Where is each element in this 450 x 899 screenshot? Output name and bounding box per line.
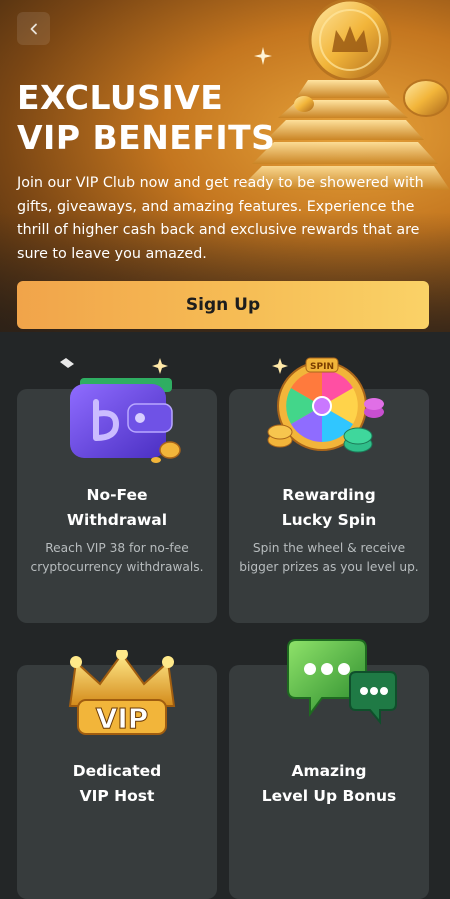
spin-label: SPIN xyxy=(310,362,334,372)
lucky-wheel-icon: SPIN xyxy=(267,357,384,453)
crown-icon: VIP xyxy=(68,650,176,736)
vip-badge-label: VIP xyxy=(96,702,149,735)
benefit-title: Rewarding Lucky Spin xyxy=(229,483,429,533)
benefit-title-line-1: Amazing xyxy=(291,762,367,780)
benefit-title-line-1: Rewarding xyxy=(282,486,376,504)
page-title-line-1: EXCLUSIVE xyxy=(17,78,224,117)
chat-bubbles-icon xyxy=(287,639,397,725)
back-button[interactable] xyxy=(17,12,50,45)
benefit-title-line-2: Level Up Bonus xyxy=(261,787,397,805)
vip-hero-banner: EXCLUSIVE VIP BENEFITS Join our VIP Club… xyxy=(0,0,450,332)
sign-up-button[interactable]: Sign Up xyxy=(17,281,429,329)
sparkle-icon xyxy=(254,47,272,65)
benefit-description: Reach VIP 38 for no-fee cryptocurrency w… xyxy=(30,541,204,574)
benefit-title: No-Fee Withdrawal xyxy=(17,483,217,533)
benefit-title-line-1: Dedicated xyxy=(72,762,162,780)
benefit-title-line-2: Lucky Spin xyxy=(281,511,377,529)
page-title: EXCLUSIVE VIP BENEFITS xyxy=(17,78,317,158)
hero-description: Join our VIP Club now and get ready to b… xyxy=(17,175,424,262)
benefit-title-line-1: No-Fee xyxy=(86,486,148,504)
benefit-title: Amazing Level Up Bonus xyxy=(229,759,429,809)
benefit-title-line-2: Withdrawal xyxy=(66,511,168,529)
chevron-left-icon xyxy=(30,23,37,34)
benefit-title-line-2: VIP Host xyxy=(79,787,155,805)
page-title-line-2: VIP BENEFITS xyxy=(17,118,276,157)
wallet-icon xyxy=(60,358,181,463)
benefit-title: Dedicated VIP Host xyxy=(17,759,217,809)
benefit-description: Spin the wheel & receive bigger prizes a… xyxy=(239,541,419,574)
